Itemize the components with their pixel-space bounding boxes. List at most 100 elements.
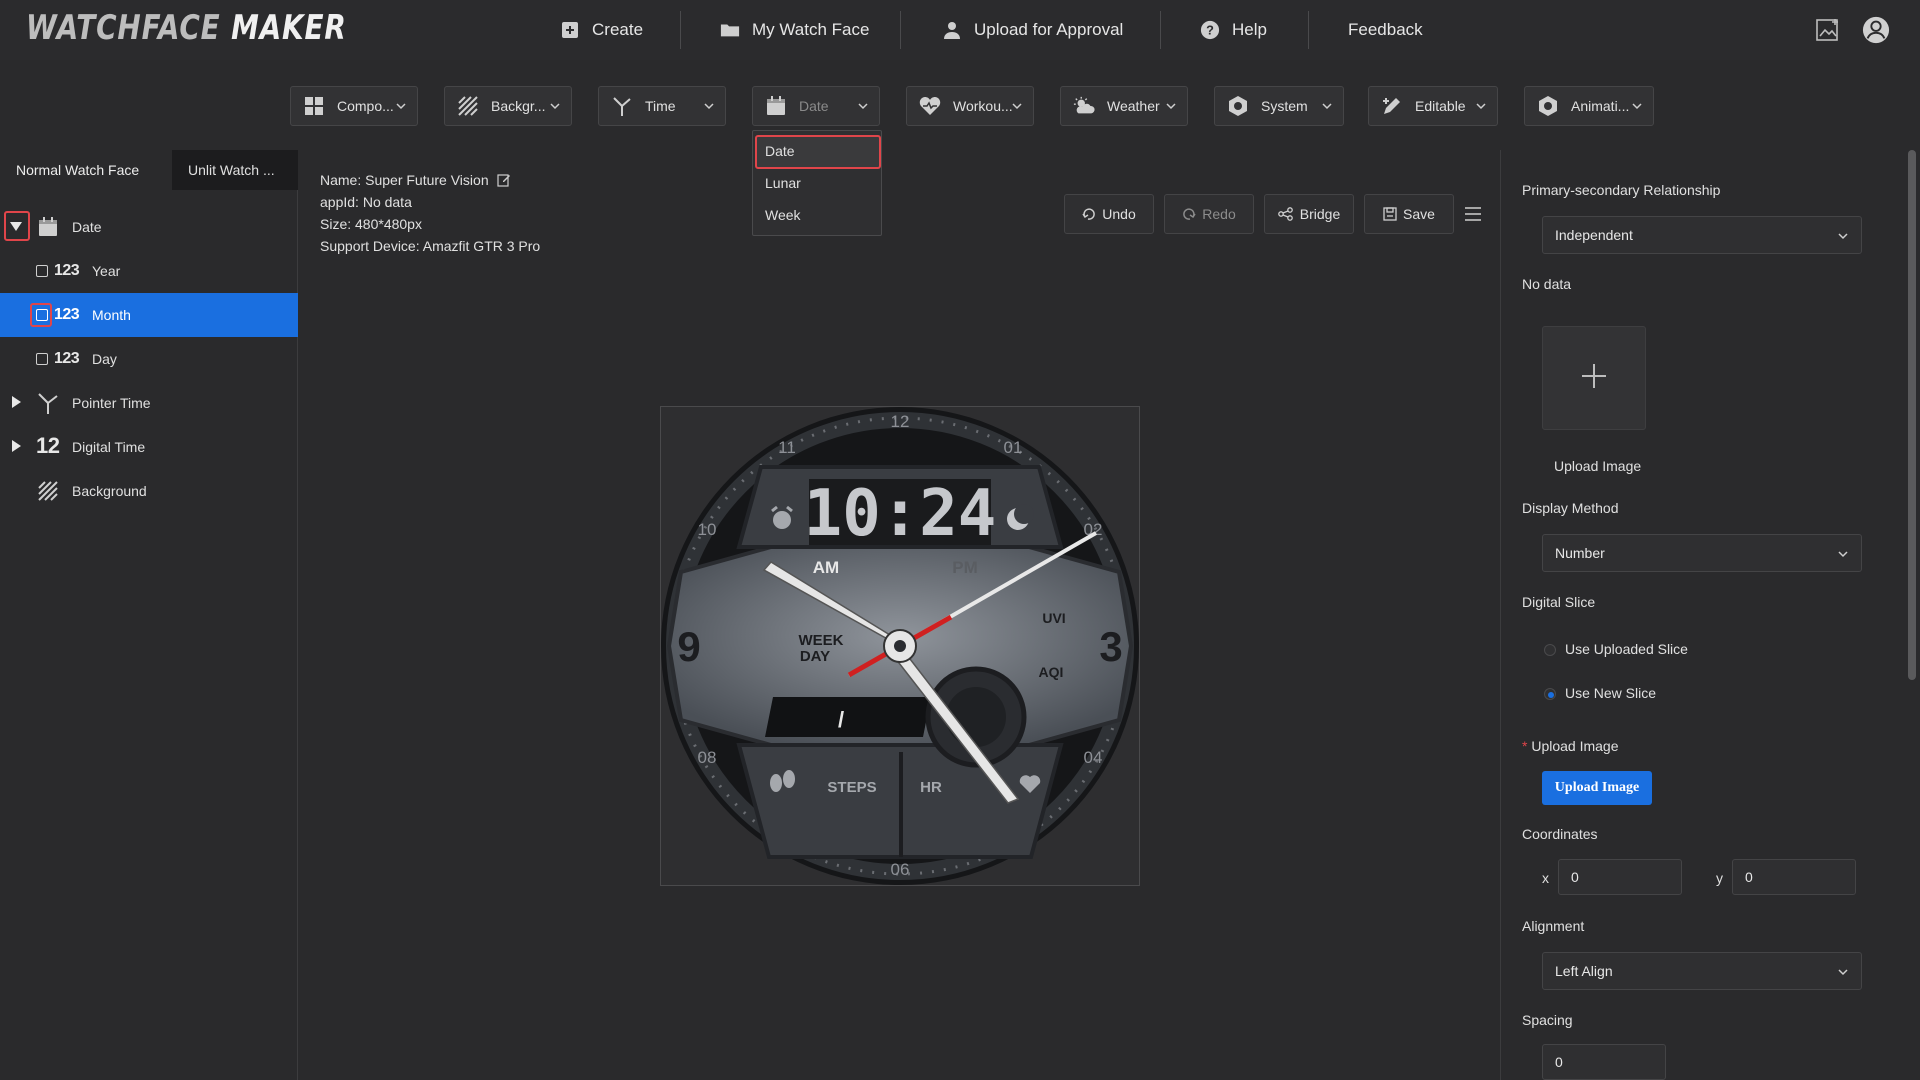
number-icon: 123: [54, 262, 80, 279]
tree-item-label: Month: [92, 307, 131, 323]
pointer-time-icon: [611, 95, 633, 117]
layer-checkbox[interactable]: [36, 353, 48, 365]
toolbar-components[interactable]: Compo...: [290, 86, 418, 126]
dial-number: 10: [698, 520, 717, 539]
radio-use-new-slice[interactable]: [1544, 688, 1556, 700]
preview-canvas[interactable]: 12 01 02 04 05 06 07 08 10 11 10:24 AM P…: [660, 406, 1140, 886]
save-button[interactable]: Save: [1364, 194, 1454, 234]
upload-image-button[interactable]: Upload Image: [1542, 771, 1652, 805]
dropdown-item-date[interactable]: Date: [765, 143, 795, 159]
caret-down-icon[interactable]: [9, 219, 23, 235]
radio-use-uploaded-slice[interactable]: [1544, 644, 1556, 656]
toolbar-background-label: Backgr...: [491, 98, 546, 114]
nav-divider: [900, 11, 901, 49]
tab-unlit-watch-face[interactable]: Unlit Watch ...: [172, 150, 298, 190]
toolbar-date-label: Date: [799, 98, 829, 114]
image-upload-box[interactable]: [1542, 326, 1646, 430]
spacing-input[interactable]: 0: [1542, 1044, 1666, 1080]
date-dropdown-menu: Date Lunar Week: [752, 130, 882, 236]
y-coordinate-input[interactable]: 0: [1732, 859, 1856, 895]
system-icon: [1227, 95, 1249, 117]
chevron-down-icon: [1837, 547, 1849, 563]
redo-button[interactable]: Redo: [1164, 194, 1254, 234]
y-label: y: [1716, 870, 1723, 886]
upload-image-label-text: Upload Image: [1531, 738, 1619, 754]
nav-divider: [1160, 11, 1161, 49]
tree-item-background[interactable]: Background: [0, 469, 298, 513]
chevron-down-icon: [703, 99, 715, 115]
relationship-select[interactable]: Independent: [1542, 216, 1862, 254]
toolbar-workout[interactable]: Workou...: [906, 86, 1034, 126]
toolbar-time[interactable]: Time: [598, 86, 726, 126]
help-circle-icon: ?: [1200, 20, 1220, 40]
nav-my-watch-face[interactable]: My Watch Face: [720, 0, 869, 60]
preview-image-icon[interactable]: [1814, 16, 1842, 44]
tree-item-year[interactable]: 123 Year: [0, 249, 298, 293]
tree-item-month[interactable]: 123 Month: [0, 293, 298, 337]
nav-feedback[interactable]: Feedback: [1348, 0, 1423, 60]
steps-label: STEPS: [827, 779, 876, 796]
tab-normal-watch-face[interactable]: Normal Watch Face: [0, 150, 172, 190]
tree-item-label: Day: [92, 351, 117, 367]
dial-number: 04: [1084, 748, 1103, 767]
nav-my-watch-face-label: My Watch Face: [752, 20, 870, 39]
user-upload-icon: [942, 20, 962, 40]
toolbar-background[interactable]: Backgr...: [444, 86, 572, 126]
alignment-select[interactable]: Left Align: [1542, 952, 1862, 990]
plus-square-icon: [560, 20, 580, 40]
display-method-select[interactable]: Number: [1542, 534, 1862, 572]
nav-create[interactable]: Create: [560, 0, 643, 60]
dropdown-item-week[interactable]: Week: [765, 207, 801, 223]
layer-checkbox[interactable]: [36, 309, 48, 321]
relationship-value: Independent: [1555, 227, 1633, 243]
info-appid-value: No data: [362, 194, 412, 210]
toolbar-time-label: Time: [645, 98, 676, 114]
tree-item-day[interactable]: 123 Day: [0, 337, 298, 381]
x-coordinate-input[interactable]: 0: [1558, 859, 1682, 895]
scrollbar[interactable]: [1908, 150, 1916, 680]
menu-icon[interactable]: [1464, 206, 1482, 227]
caret-right-icon[interactable]: [10, 395, 22, 412]
caret-right-icon[interactable]: [10, 439, 22, 456]
toolbar-editable-label: Editable: [1415, 98, 1466, 114]
bridge-button[interactable]: Bridge: [1264, 194, 1354, 234]
hr-label: HR: [920, 779, 942, 796]
layer-checkbox[interactable]: [36, 265, 48, 277]
info-appid: appId: No data: [320, 194, 412, 210]
tree-item-date[interactable]: Date: [0, 205, 298, 249]
tree-item-pointer-time[interactable]: Pointer Time: [0, 381, 298, 425]
date-separator: /: [838, 707, 844, 732]
dial-number: 08: [698, 748, 717, 767]
dropdown-item-lunar[interactable]: Lunar: [765, 175, 801, 191]
user-avatar-icon[interactable]: [1862, 16, 1890, 44]
chevron-down-icon: [1321, 99, 1333, 115]
background-icon: [38, 481, 58, 504]
chevron-down-icon: [1011, 99, 1023, 115]
use-uploaded-slice-label: Use Uploaded Slice: [1565, 641, 1688, 657]
info-device: Support Device: Amazfit GTR 3 Pro: [320, 238, 540, 254]
tree-item-digital-time[interactable]: 12 Digital Time: [0, 425, 298, 469]
toolbar-editable[interactable]: Editable: [1368, 86, 1498, 126]
nav-feedback-label: Feedback: [1348, 20, 1423, 39]
info-device-value: Amazfit GTR 3 Pro: [422, 238, 541, 254]
calendar-icon: [765, 95, 787, 117]
info-appid-label: appId:: [320, 194, 359, 210]
undo-button[interactable]: Undo: [1064, 194, 1154, 234]
chevron-down-icon: [549, 99, 561, 115]
chevron-down-icon: [1837, 965, 1849, 981]
toolbar-date[interactable]: Date: [752, 86, 880, 126]
edit-icon[interactable]: [496, 173, 511, 190]
nav-help[interactable]: ? Help: [1200, 0, 1267, 60]
toolbar-components-label: Compo...: [337, 98, 394, 114]
toolbar-animation[interactable]: Animati...: [1524, 86, 1654, 126]
plus-icon: [1580, 362, 1608, 395]
toolbar-system[interactable]: System: [1214, 86, 1344, 126]
nav-upload-approval[interactable]: Upload for Approval: [942, 0, 1123, 60]
info-name-label: Name:: [320, 172, 362, 188]
dial-number: 01: [1004, 438, 1023, 457]
watch-face-tabs: Normal Watch Face Unlit Watch ...: [0, 150, 298, 190]
calendar-icon: [38, 217, 58, 240]
app-logo[interactable]: WATCHFACE MAKER: [26, 8, 347, 48]
toolbar-weather[interactable]: Weather: [1060, 86, 1188, 126]
display-method-value: Number: [1555, 545, 1605, 561]
